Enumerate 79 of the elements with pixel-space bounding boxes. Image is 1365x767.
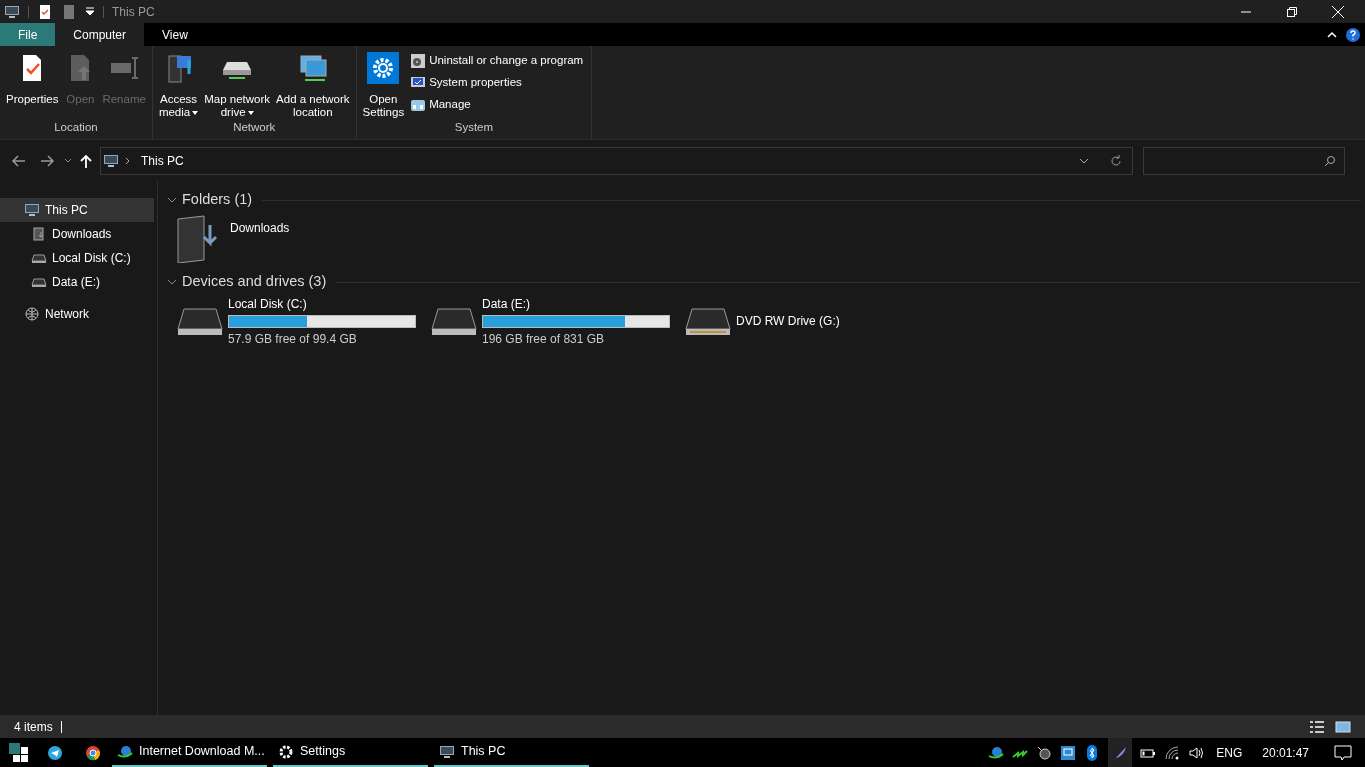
taskbar-app-button[interactable]: This PC	[434, 738, 589, 767]
optical-drive-icon	[684, 305, 732, 337]
globe-icon	[24, 306, 40, 322]
hard-drive-icon	[176, 305, 224, 337]
ribbon-group-label: System	[453, 120, 495, 135]
minimize-icon	[1241, 10, 1251, 13]
search-icon	[1324, 154, 1336, 167]
large-icons-view-icon	[1335, 718, 1351, 735]
ribbon-button[interactable]: Open Settings	[360, 52, 407, 119]
globe-arrow-icon	[988, 744, 1005, 761]
item-count: 4 items	[14, 718, 53, 736]
nav-item[interactable]: Downloads	[0, 222, 154, 246]
ribbon-button[interactable]: Properties	[4, 52, 61, 119]
ribbon-button[interactable]: Access media	[156, 52, 201, 119]
document-check-icon	[37, 3, 53, 20]
folder-name[interactable]: Downloads	[230, 219, 290, 237]
gear-icon	[278, 743, 294, 760]
free-space-text: 196 GB free of 831 GB	[482, 330, 606, 348]
folder-icon	[31, 226, 47, 242]
ribbon-group-label: Network	[232, 120, 277, 135]
ribbon-button[interactable]: Manage	[410, 96, 588, 114]
drive-name[interactable]: Data (E:)	[482, 294, 670, 313]
nav-item[interactable]: Data (E:)	[0, 270, 154, 294]
ribbon-button[interactable]: Uninstall or change a program	[410, 52, 588, 70]
ribbon-button[interactable]: Map network drive	[202, 52, 273, 119]
volume-icon	[1188, 744, 1205, 761]
search-field[interactable]	[1143, 146, 1345, 175]
ribbon-tab[interactable]: View	[144, 23, 206, 46]
monitor-icon	[103, 152, 119, 169]
ribbon-group-label: Location	[53, 119, 99, 135]
nav-item[interactable]: Network	[0, 302, 154, 326]
forward-arrow-icon	[39, 152, 55, 169]
address-field[interactable]: This PC	[100, 146, 1133, 175]
taskbar-app-button[interactable]: Internet Download M...	[112, 738, 267, 767]
wifi-icon	[1164, 744, 1181, 761]
details-view-icon	[1309, 718, 1325, 735]
breadcrumb-item[interactable]: This PC	[141, 151, 184, 170]
taskbar-app-button[interactable]: Settings	[273, 738, 428, 767]
ribbon-button[interactable]: Add a network location	[274, 52, 352, 119]
monitor-icon	[439, 743, 455, 760]
document-icon	[61, 3, 77, 20]
globe-arrow-icon	[117, 743, 133, 760]
drive-name[interactable]: Local Disk (C:)	[228, 294, 416, 313]
file-menu-tab[interactable]: File	[0, 23, 56, 46]
folder-icon	[176, 215, 220, 263]
group-header[interactable]: Folders (1)	[182, 189, 253, 211]
zigzag-icon	[1012, 747, 1029, 758]
windows-logo-icon	[8, 743, 28, 762]
browser-icon	[85, 744, 101, 761]
refresh-icon	[1108, 152, 1124, 169]
window-title: This PC	[112, 3, 155, 21]
paper-plane-icon	[47, 744, 63, 761]
disc-box-icon	[410, 53, 427, 69]
chevron-down-icon	[167, 197, 177, 203]
back-arrow-icon	[11, 152, 27, 169]
monitor-icon	[24, 202, 40, 218]
drive-name[interactable]: DVD RW Drive (G:)	[736, 312, 840, 330]
ribbon-tab[interactable]: Computer	[55, 23, 145, 46]
close-icon	[1332, 5, 1344, 18]
restore-icon	[1287, 6, 1297, 17]
monitor-icon	[4, 3, 20, 20]
dropdown-icon	[85, 6, 95, 17]
help-icon	[1345, 26, 1361, 43]
group-header[interactable]: Devices and drives (3)	[182, 271, 327, 293]
ribbon-button[interactable]: System properties	[410, 74, 588, 92]
nav-item[interactable]: This PC	[0, 198, 154, 222]
chevron-down-icon	[64, 156, 72, 165]
language-indicator[interactable]: ENG	[1216, 743, 1243, 762]
free-space-text: 57.9 GB free of 99.4 GB	[228, 330, 358, 348]
chevron-down-icon	[167, 279, 177, 285]
chevron-right-icon	[124, 156, 132, 165]
nav-item[interactable]: Local Disk (C:)	[0, 246, 154, 270]
network-card-icon	[1060, 744, 1077, 761]
collapse-icon	[1327, 29, 1337, 40]
notification-icon	[1333, 742, 1353, 763]
up-arrow-icon	[78, 152, 94, 169]
hard-drive-icon	[430, 305, 478, 337]
gear-icon	[367, 52, 400, 84]
clock[interactable]: 20:01:47	[1262, 743, 1309, 762]
